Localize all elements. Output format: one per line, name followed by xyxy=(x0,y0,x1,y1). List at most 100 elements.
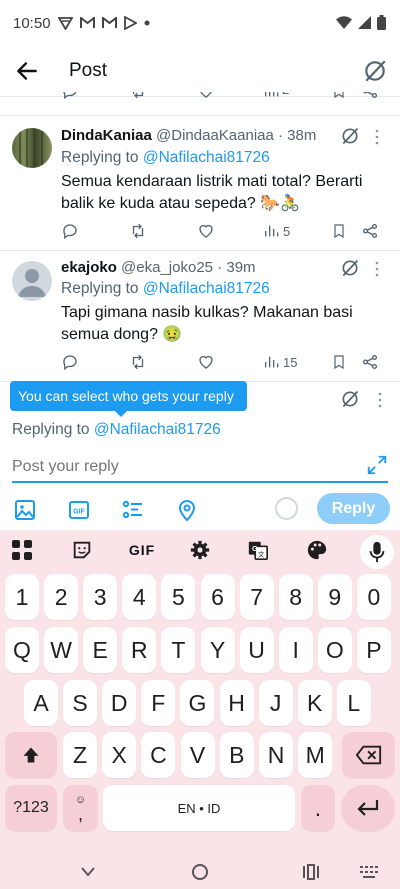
nav-recents-icon[interactable] xyxy=(302,864,320,880)
shift-key[interactable] xyxy=(5,732,57,778)
key-2[interactable]: 2 xyxy=(44,574,79,620)
location-icon[interactable] xyxy=(175,498,199,522)
grok-icon[interactable] xyxy=(362,58,388,84)
reply-icon[interactable] xyxy=(61,222,79,240)
microphone-icon[interactable] xyxy=(360,535,394,569)
reply-input[interactable] xyxy=(12,453,388,483)
tweet-item[interactable]: ekajoko @eka_joko25 · 39m Replying to @N… xyxy=(0,251,400,381)
settings-gear-icon[interactable] xyxy=(185,536,215,564)
nav-home-icon[interactable] xyxy=(190,862,210,882)
key-f[interactable]: F xyxy=(141,680,176,726)
like-icon[interactable] xyxy=(197,222,215,240)
key-n[interactable]: N xyxy=(259,732,293,778)
key-m[interactable]: M xyxy=(298,732,333,778)
grok-icon[interactable] xyxy=(340,389,360,409)
key-t[interactable]: T xyxy=(161,627,196,673)
bookmark-icon[interactable] xyxy=(331,92,347,100)
key-6[interactable]: 6 xyxy=(200,574,235,620)
key-k[interactable]: K xyxy=(297,680,332,726)
user-name[interactable]: ekajoko xyxy=(61,259,117,276)
composer-replying-to[interactable]: Replying to @Nafilachai81726 xyxy=(12,421,221,439)
share-icon[interactable] xyxy=(361,222,379,240)
key-u[interactable]: U xyxy=(239,627,274,673)
bookmark-icon[interactable] xyxy=(331,353,347,371)
key-r[interactable]: R xyxy=(122,627,157,673)
repost-icon[interactable] xyxy=(129,222,147,240)
symbols-key[interactable]: ?123 xyxy=(5,785,57,831)
poll-icon[interactable] xyxy=(121,498,145,522)
expand-icon[interactable] xyxy=(366,454,388,476)
key-b[interactable]: B xyxy=(219,732,254,778)
avatar[interactable] xyxy=(12,128,52,168)
avatar[interactable] xyxy=(12,261,52,301)
views-count[interactable]: 2 xyxy=(263,92,289,100)
key-1[interactable]: 1 xyxy=(5,574,39,620)
key-s[interactable]: S xyxy=(63,680,98,726)
key-g[interactable]: G xyxy=(180,680,215,726)
key-z[interactable]: Z xyxy=(63,732,97,778)
key-3[interactable]: 3 xyxy=(83,574,118,620)
keyboard-switch-icon[interactable] xyxy=(360,866,378,878)
like-icon[interactable] xyxy=(197,353,215,371)
key-7[interactable]: 7 xyxy=(239,574,274,620)
share-icon[interactable] xyxy=(361,353,379,371)
key-j[interactable]: J xyxy=(258,680,293,726)
key-0[interactable]: 0 xyxy=(356,574,391,620)
key-v[interactable]: V xyxy=(180,732,215,778)
key-5[interactable]: 5 xyxy=(161,574,196,620)
user-handle[interactable]: @eka_joko25 xyxy=(121,259,213,276)
more-options-icon[interactable] xyxy=(371,391,389,409)
period-key[interactable]: . xyxy=(301,785,335,831)
bookmark-icon[interactable] xyxy=(331,222,347,240)
more-options-icon[interactable] xyxy=(368,128,386,146)
key-8[interactable]: 8 xyxy=(278,574,313,620)
apps-icon[interactable] xyxy=(7,536,37,564)
image-icon[interactable] xyxy=(13,498,37,522)
repost-icon[interactable] xyxy=(129,92,147,100)
key-i[interactable]: I xyxy=(278,627,313,673)
mention-link[interactable]: @Nafilachai81726 xyxy=(143,149,270,166)
views-count[interactable]: 5 xyxy=(263,222,290,240)
share-icon[interactable] xyxy=(361,92,379,100)
gif-key[interactable]: GIF xyxy=(124,536,160,564)
more-options-icon[interactable] xyxy=(368,260,386,278)
back-arrow-icon[interactable] xyxy=(14,58,40,84)
nav-back-icon[interactable] xyxy=(80,866,96,878)
enter-key[interactable] xyxy=(341,785,395,831)
tweet-item[interactable]: DindaKaniaa @DindaaKaaniaa · 38m Replyin… xyxy=(0,116,400,250)
key-c[interactable]: C xyxy=(141,732,176,778)
key-d[interactable]: D xyxy=(102,680,137,726)
key-x[interactable]: X xyxy=(102,732,137,778)
reply-icon[interactable] xyxy=(61,92,79,100)
grok-icon[interactable] xyxy=(340,258,360,278)
grok-icon[interactable] xyxy=(340,126,360,146)
backspace-key[interactable] xyxy=(342,732,395,778)
key-p[interactable]: P xyxy=(356,627,391,673)
sticker-icon[interactable] xyxy=(67,536,97,564)
user-name[interactable]: DindaKaniaa xyxy=(61,127,152,144)
key-9[interactable]: 9 xyxy=(317,574,352,620)
key-q[interactable]: Q xyxy=(5,627,39,673)
key-y[interactable]: Y xyxy=(200,627,235,673)
reply-audience-tooltip[interactable]: You can select who gets your reply xyxy=(10,381,247,417)
key-4[interactable]: 4 xyxy=(122,574,157,620)
emoji-comma-key[interactable]: ☺ , xyxy=(63,785,98,831)
reply-button[interactable]: Reply xyxy=(317,493,390,524)
key-a[interactable]: A xyxy=(24,680,58,726)
space-key[interactable]: EN • ID xyxy=(103,785,295,831)
key-e[interactable]: E xyxy=(83,627,118,673)
key-w[interactable]: W xyxy=(44,627,79,673)
palette-icon[interactable] xyxy=(302,536,332,564)
repost-icon[interactable] xyxy=(129,353,147,371)
key-o[interactable]: O xyxy=(317,627,352,673)
reply-icon[interactable] xyxy=(61,353,79,371)
mention-link[interactable]: @Nafilachai81726 xyxy=(94,421,221,438)
views-count[interactable]: 15 xyxy=(263,353,297,371)
like-icon[interactable] xyxy=(197,92,215,100)
key-h[interactable]: H xyxy=(219,680,254,726)
mention-link[interactable]: @Nafilachai81726 xyxy=(143,280,270,297)
gif-icon[interactable]: GIF xyxy=(67,498,91,522)
translate-icon[interactable]: G文 xyxy=(243,536,273,564)
user-handle[interactable]: @DindaaKaaniaa xyxy=(156,127,274,144)
key-l[interactable]: L xyxy=(336,680,371,726)
